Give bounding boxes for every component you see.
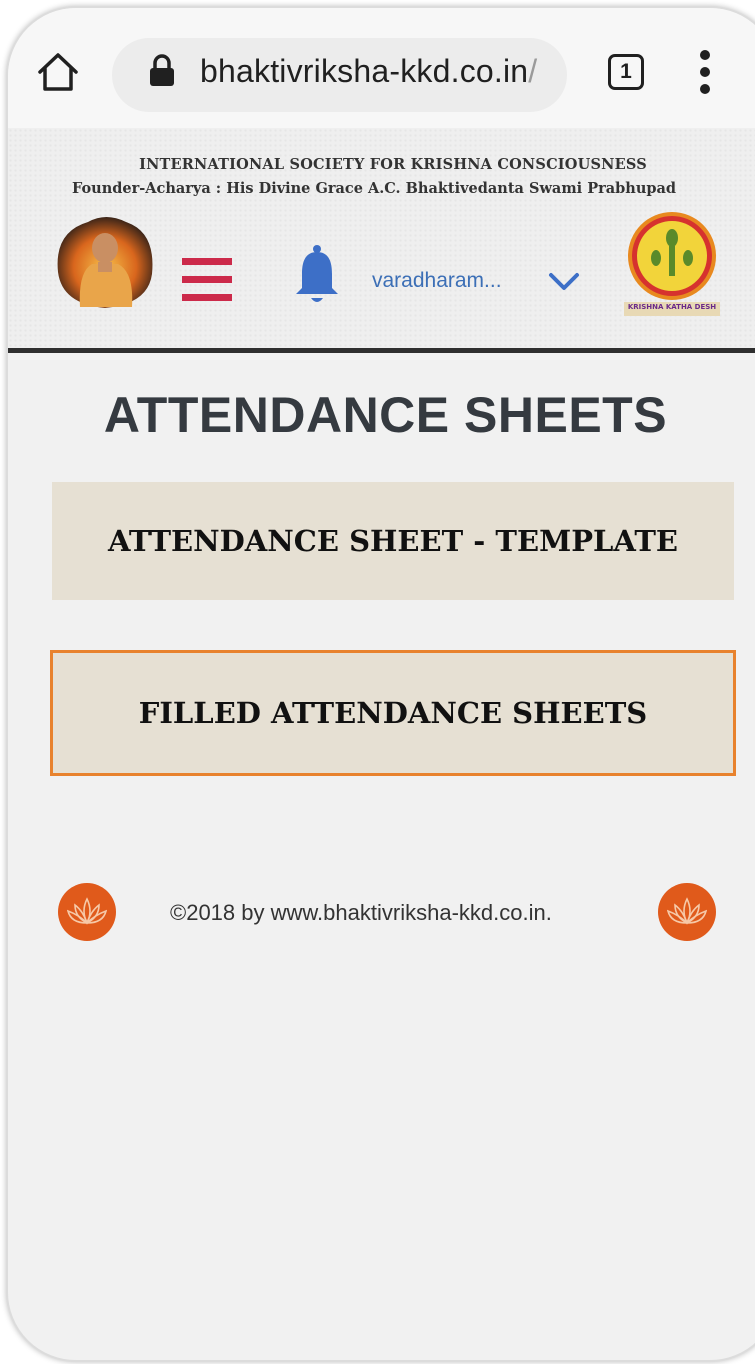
lotus-icon <box>658 883 716 941</box>
page-title: ATTENDANCE SHEETS <box>103 387 668 443</box>
right-logo-caption: KRISHNA KATHA DESH <box>627 303 717 311</box>
attendance-template-button[interactable]: ATTENDANCE SHEET - TEMPLATE <box>52 482 734 600</box>
lotus-glyph <box>667 897 707 925</box>
founder-line: Founder-Acharya : His Divine Grace A.C. … <box>72 180 677 197</box>
phone-screen: bhaktivriksha-kkd.co.in/ 1 INTERNATIONAL… <box>6 6 755 1362</box>
krishna-katha-desh-logo[interactable] <box>622 210 722 318</box>
menu-icon[interactable] <box>182 256 232 304</box>
lock-icon <box>150 54 174 86</box>
lotus-glyph <box>67 897 107 925</box>
url-suffix: / <box>528 53 538 89</box>
user-name[interactable]: varadharam... <box>372 269 502 293</box>
more-vert-icon[interactable] <box>698 48 712 96</box>
org-name: INTERNATIONAL SOCIETY FOR KRISHNA CONSCI… <box>139 156 647 173</box>
url-host: bhaktivriksha-kkd.co.in <box>200 53 529 89</box>
browser-toolbar: bhaktivriksha-kkd.co.in/ 1 <box>8 8 755 128</box>
copyright-text: ©2018 by www.bhaktivriksha-kkd.co.in. <box>170 900 552 925</box>
site-header: INTERNATIONAL SOCIETY FOR KRISHNA CONSCI… <box>8 128 755 350</box>
prabhupada-logo[interactable] <box>48 212 163 312</box>
tabs-icon[interactable]: 1 <box>608 54 644 90</box>
lotus-icon <box>58 883 116 941</box>
filled-attendance-button[interactable]: FILLED ATTENDANCE SHEETS <box>50 650 736 776</box>
home-icon[interactable] <box>36 50 80 94</box>
chevron-down-icon[interactable] <box>548 272 580 292</box>
header-divider <box>8 348 755 353</box>
url-text[interactable]: bhaktivriksha-kkd.co.in/ <box>200 53 537 90</box>
bell-icon[interactable] <box>294 244 340 306</box>
